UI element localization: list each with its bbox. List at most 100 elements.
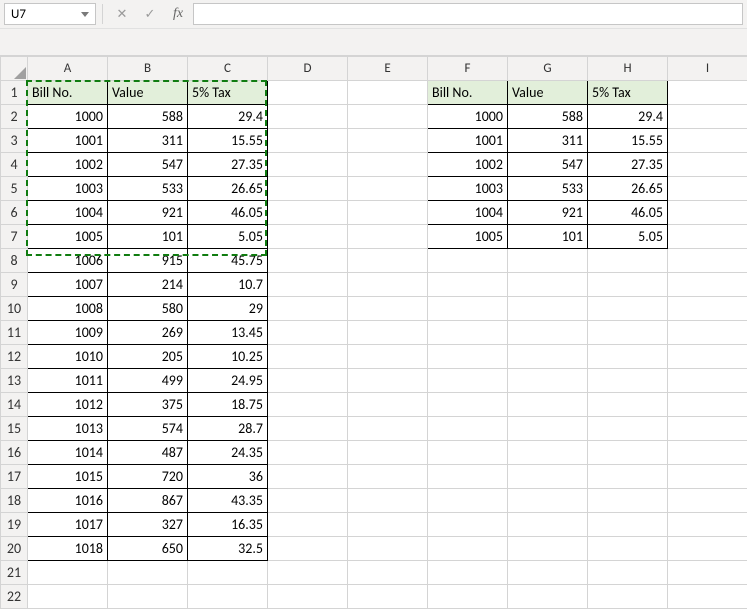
cell-I6[interactable] [668, 201, 747, 225]
cell-B13[interactable]: 499 [108, 369, 188, 393]
cell-G9[interactable] [508, 273, 588, 297]
row-header-5[interactable]: 5 [1, 177, 28, 201]
cell-A6[interactable]: 1004 [28, 201, 108, 225]
cell-D12[interactable] [268, 345, 348, 369]
cell-B9[interactable]: 214 [108, 273, 188, 297]
row-header-18[interactable]: 18 [1, 489, 28, 513]
cell-C9[interactable]: 10.7 [188, 273, 268, 297]
row-header-3[interactable]: 3 [1, 129, 28, 153]
cell-I9[interactable] [668, 273, 747, 297]
cell-H6[interactable]: 46.05 [588, 201, 668, 225]
cell-D11[interactable] [268, 321, 348, 345]
row-header-15[interactable]: 15 [1, 417, 28, 441]
cell-A14[interactable]: 1012 [28, 393, 108, 417]
cell-H13[interactable] [588, 369, 668, 393]
cell-D18[interactable] [268, 489, 348, 513]
cell-F12[interactable] [428, 345, 508, 369]
cell-E16[interactable] [348, 441, 428, 465]
row-header-11[interactable]: 11 [1, 321, 28, 345]
row-header-14[interactable]: 14 [1, 393, 28, 417]
cell-A13[interactable]: 1011 [28, 369, 108, 393]
cell-F9[interactable] [428, 273, 508, 297]
cell-G1[interactable]: Value [508, 81, 588, 105]
cell-G10[interactable] [508, 297, 588, 321]
row-header-12[interactable]: 12 [1, 345, 28, 369]
cell-A15[interactable]: 1013 [28, 417, 108, 441]
row-header-21[interactable]: 21 [1, 561, 28, 585]
cell-I5[interactable] [668, 177, 747, 201]
cell-H16[interactable] [588, 441, 668, 465]
column-header-I[interactable]: I [668, 57, 747, 81]
cell-E7[interactable] [348, 225, 428, 249]
cell-C3[interactable]: 15.55 [188, 129, 268, 153]
cell-I17[interactable] [668, 465, 747, 489]
cell-E2[interactable] [348, 105, 428, 129]
cell-D4[interactable] [268, 153, 348, 177]
cell-A17[interactable]: 1015 [28, 465, 108, 489]
column-header-D[interactable]: D [268, 57, 348, 81]
cell-C20[interactable]: 32.5 [188, 537, 268, 561]
row-header-4[interactable]: 4 [1, 153, 28, 177]
cell-I4[interactable] [668, 153, 747, 177]
cell-H7[interactable]: 5.05 [588, 225, 668, 249]
cell-F10[interactable] [428, 297, 508, 321]
cell-C11[interactable]: 13.45 [188, 321, 268, 345]
cell-C17[interactable]: 36 [188, 465, 268, 489]
cell-D14[interactable] [268, 393, 348, 417]
cell-I10[interactable] [668, 297, 747, 321]
cell-G8[interactable] [508, 249, 588, 273]
cell-D13[interactable] [268, 369, 348, 393]
name-box[interactable]: U7 [4, 3, 96, 25]
cell-A7[interactable]: 1005 [28, 225, 108, 249]
row-header-13[interactable]: 13 [1, 369, 28, 393]
cell-B14[interactable]: 375 [108, 393, 188, 417]
cell-D6[interactable] [268, 201, 348, 225]
cell-I14[interactable] [668, 393, 747, 417]
cell-H21[interactable] [588, 561, 668, 585]
cell-F20[interactable] [428, 537, 508, 561]
cell-E13[interactable] [348, 369, 428, 393]
cell-H8[interactable] [588, 249, 668, 273]
cell-D15[interactable] [268, 417, 348, 441]
cell-E1[interactable] [348, 81, 428, 105]
cell-F8[interactable] [428, 249, 508, 273]
cell-C7[interactable]: 5.05 [188, 225, 268, 249]
cell-G16[interactable] [508, 441, 588, 465]
cell-G20[interactable] [508, 537, 588, 561]
cell-H15[interactable] [588, 417, 668, 441]
cell-A8[interactable]: 1006 [28, 249, 108, 273]
cell-H9[interactable] [588, 273, 668, 297]
cell-C4[interactable]: 27.35 [188, 153, 268, 177]
cell-C19[interactable]: 16.35 [188, 513, 268, 537]
cell-I12[interactable] [668, 345, 747, 369]
cell-A16[interactable]: 1014 [28, 441, 108, 465]
cell-H18[interactable] [588, 489, 668, 513]
cell-B7[interactable]: 101 [108, 225, 188, 249]
cell-H17[interactable] [588, 465, 668, 489]
cell-H19[interactable] [588, 513, 668, 537]
cell-C21[interactable] [188, 561, 268, 585]
cell-F3[interactable]: 1001 [428, 129, 508, 153]
cell-G3[interactable]: 311 [508, 129, 588, 153]
cell-G18[interactable] [508, 489, 588, 513]
cell-C16[interactable]: 24.35 [188, 441, 268, 465]
cell-F21[interactable] [428, 561, 508, 585]
cell-G13[interactable] [508, 369, 588, 393]
cell-F11[interactable] [428, 321, 508, 345]
cell-G17[interactable] [508, 465, 588, 489]
cell-A20[interactable]: 1018 [28, 537, 108, 561]
row-header-10[interactable]: 10 [1, 297, 28, 321]
cell-I16[interactable] [668, 441, 747, 465]
cell-E10[interactable] [348, 297, 428, 321]
cell-B2[interactable]: 588 [108, 105, 188, 129]
cell-I3[interactable] [668, 129, 747, 153]
cell-C1[interactable]: 5% Tax [188, 81, 268, 105]
cell-I11[interactable] [668, 321, 747, 345]
cell-A11[interactable]: 1009 [28, 321, 108, 345]
cell-A18[interactable]: 1016 [28, 489, 108, 513]
cell-E6[interactable] [348, 201, 428, 225]
cell-D21[interactable] [268, 561, 348, 585]
cell-G21[interactable] [508, 561, 588, 585]
cell-C2[interactable]: 29.4 [188, 105, 268, 129]
cell-F15[interactable] [428, 417, 508, 441]
